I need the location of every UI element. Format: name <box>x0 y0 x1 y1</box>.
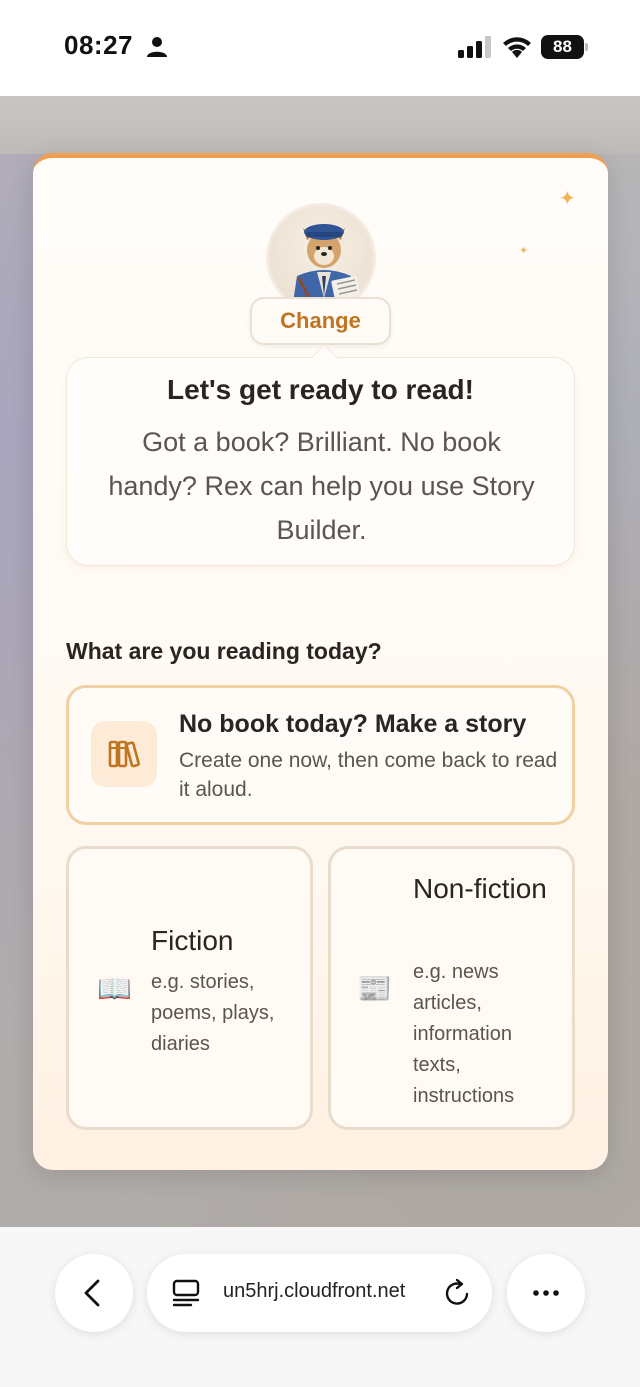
nonfiction-description: e.g. news articles, information texts, i… <box>413 961 515 1107</box>
url-text[interactable]: un5hrj.cloudfront.net <box>223 1280 405 1303</box>
ellipsis-icon <box>533 1290 559 1296</box>
make-story-option[interactable]: No book today? Make a story Create one n… <box>66 685 575 825</box>
reading-setup-modal: ✦ ✦ Change Let's get ready to read! Got … <box>33 153 608 1170</box>
reload-icon[interactable] <box>443 1278 473 1308</box>
chevron-left-icon <box>84 1279 100 1307</box>
sparkle-icon: ✦ <box>519 245 529 257</box>
nonfiction-title: Non-fiction <box>413 873 547 904</box>
fiction-option[interactable]: 📖 Fiction e.g. stories, poems, plays, di… <box>66 846 313 1130</box>
fiction-title: Fiction <box>151 925 234 956</box>
nonfiction-option[interactable]: 📰 Non-fiction e.g. news articles, inform… <box>328 846 575 1130</box>
make-story-description: Create one now, then come back to read i… <box>179 749 558 801</box>
battery-level: 88 <box>541 35 584 59</box>
books-icon <box>91 721 157 787</box>
browser-toolbar: un5hrj.cloudfront.net <box>0 1227 640 1387</box>
backdrop-header <box>0 96 640 154</box>
open-book-icon: 📖 <box>97 973 132 1004</box>
change-avatar-button[interactable]: Change <box>250 297 391 345</box>
newspaper-icon: 📰 <box>357 973 392 1004</box>
address-bar[interactable]: un5hrj.cloudfront.net <box>147 1254 492 1332</box>
status-bar: 08:27 88 <box>0 0 640 96</box>
battery-cap <box>585 43 588 51</box>
wifi-icon <box>503 37 531 58</box>
reading-question-heading: What are you reading today? <box>66 638 382 664</box>
cellular-signal-icon <box>458 36 491 58</box>
make-story-title: No book today? Make a story <box>179 710 527 738</box>
more-options-button[interactable] <box>507 1254 585 1332</box>
back-button[interactable] <box>55 1254 133 1332</box>
bubble-title: Let's get ready to read! <box>167 374 474 405</box>
fiction-description: e.g. stories, poems, plays, diaries <box>151 971 275 1055</box>
battery-indicator: 88 <box>541 35 589 59</box>
bubble-body: Got a book? Brilliant. No book handy? Re… <box>108 427 535 545</box>
person-icon <box>147 37 167 57</box>
sparkle-icon: ✦ <box>559 188 576 210</box>
tab-overview-icon[interactable] <box>171 1278 201 1308</box>
status-time: 08:27 <box>64 30 133 60</box>
speech-bubble: Let's get ready to read! Got a book? Bri… <box>66 357 575 566</box>
